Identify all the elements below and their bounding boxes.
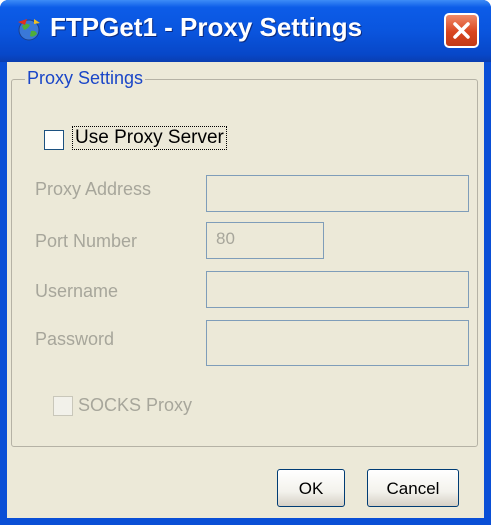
group-legend: Proxy Settings <box>25 68 146 89</box>
cancel-button[interactable]: Cancel <box>367 469 459 507</box>
socks-proxy-checkbox[interactable] <box>53 396 73 416</box>
socks-proxy-label: SOCKS Proxy <box>78 395 193 415</box>
dialog-client-area: Proxy Settings Use Proxy Server Proxy Ad… <box>7 62 484 518</box>
title-bar[interactable]: FTPGet1 - Proxy Settings <box>0 0 491 62</box>
username-label: Username <box>35 281 119 301</box>
password-field[interactable] <box>206 320 469 366</box>
ok-button[interactable]: OK <box>277 469 345 507</box>
password-label: Password <box>35 329 115 349</box>
port-number-label: Port Number <box>35 231 138 251</box>
close-icon <box>453 22 470 39</box>
dialog-window: FTPGet1 - Proxy Settings Proxy Settings … <box>0 0 491 525</box>
port-number-field[interactable]: 80 <box>206 222 324 259</box>
close-button[interactable] <box>444 13 479 48</box>
use-proxy-checkbox[interactable] <box>44 130 64 150</box>
proxy-address-label: Proxy Address <box>35 179 152 199</box>
window-title: FTPGet1 - Proxy Settings <box>50 12 363 42</box>
use-proxy-label[interactable]: Use Proxy Server <box>72 126 227 150</box>
globe-app-icon <box>16 16 42 42</box>
username-field[interactable] <box>206 271 469 308</box>
proxy-address-field[interactable] <box>206 175 469 212</box>
